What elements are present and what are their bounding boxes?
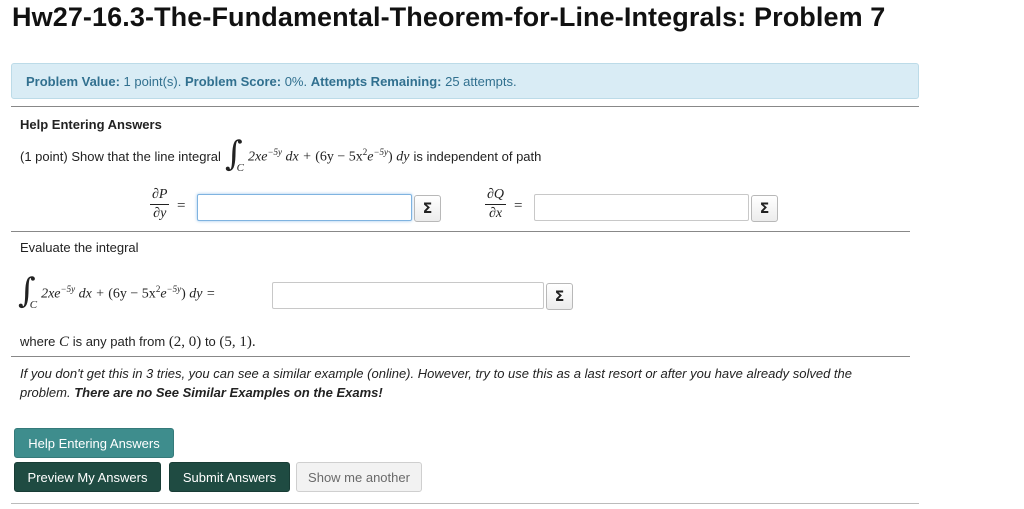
attempts-remaining: 25 attempts.	[445, 74, 517, 89]
partial-p-numerator: ∂P	[150, 187, 170, 205]
equals-sign-dq: =	[514, 198, 523, 214]
statement-start: Show that the line integral	[71, 148, 221, 164]
dy-term: dy	[396, 149, 410, 165]
integrand-p-exponent: −5y	[267, 146, 283, 157]
attempts-remaining-label: Attempts Remaining:	[310, 74, 442, 89]
integrand-q-open: (6y − 5x	[315, 149, 363, 165]
integrand-q-exponent: −5y	[373, 146, 389, 157]
integrand-q-open: (6y − 5x	[108, 286, 156, 302]
partial-q-numerator: ∂Q	[485, 187, 507, 205]
statement-end: is independent of path	[413, 148, 542, 164]
problem-score-label: Problem Score:	[184, 74, 282, 89]
integrand-q-close: )	[388, 149, 393, 165]
evaluate-label: Evaluate the integral	[20, 240, 139, 255]
problem-value-label: Problem Value:	[26, 74, 120, 89]
sigma-icon: Σ	[554, 288, 565, 305]
sigma-icon: Σ	[422, 200, 433, 217]
integral-value-input[interactable]	[272, 282, 544, 309]
dx-term: dx +	[285, 149, 312, 165]
problem-score: 0%.	[284, 74, 308, 89]
integral-equation-editor-button[interactable]: Σ	[546, 283, 573, 310]
show-me-another-button[interactable]: Show me another	[296, 462, 422, 492]
end-point: (5, 1).	[219, 334, 256, 350]
problem-statement: (1 point) Show that the line integral ∫ …	[20, 137, 542, 174]
page-title: Hw27-16.3-The-Fundamental-Theorem-for-Li…	[12, 2, 886, 32]
problem-value: 1 point(s).	[123, 74, 182, 89]
start-point: (2, 0)	[168, 334, 202, 350]
help-entering-answers-heading: Help Entering Answers	[20, 117, 162, 132]
problem-info-bar: Problem Value: 1 point(s). Problem Score…	[11, 63, 919, 99]
help-entering-answers-button[interactable]: Help Entering Answers	[14, 428, 174, 458]
partial-q-denominator: ∂x	[488, 206, 503, 221]
integrand-p: 2xe	[41, 286, 61, 302]
preview-answers-button[interactable]: Preview My Answers	[14, 462, 161, 492]
hint-exam-warning: There are no See Similar Examples on the…	[74, 385, 383, 400]
dy-equals-term: dy =	[189, 286, 216, 302]
dp-dy-equation-editor-button[interactable]: Σ	[414, 195, 441, 222]
evaluate-integral-expression: ∫ C 2xe−5y dx + (6y − 5x2e−5y) dy =	[18, 274, 216, 311]
integrand-q-exponent: −5y	[166, 283, 182, 294]
sigma-icon: Σ	[759, 200, 770, 217]
integrand-q-close: )	[181, 286, 186, 302]
where-prefix: where	[20, 334, 56, 349]
integrand-p: 2xe	[248, 149, 268, 165]
line-integral-expression: ∫ C 2xe−5y dx + (6y − 5x2e−5y) dy	[225, 137, 410, 174]
where-middle: is any path from	[72, 334, 166, 349]
integrand-p-exponent: −5y	[60, 283, 76, 294]
dx-term: dx +	[78, 286, 105, 302]
dp-dy-input[interactable]	[197, 194, 412, 221]
partial-p-denominator: ∂y	[153, 206, 167, 221]
integral-subscript: C	[236, 162, 244, 174]
divider-partials	[11, 231, 910, 232]
divider-bottom	[11, 503, 919, 504]
partial-p-partial-y: ∂P ∂y	[150, 187, 170, 222]
dq-dx-input[interactable]	[534, 194, 749, 221]
submit-answers-button[interactable]: Submit Answers	[169, 462, 290, 492]
curve-c: C	[59, 334, 70, 350]
partial-q-partial-x: ∂Q ∂x	[485, 187, 507, 222]
hint-text: If you don't get this in 3 tries, you ca…	[20, 364, 900, 402]
divider-top	[11, 106, 919, 107]
divider-hint	[11, 356, 910, 357]
problem-points: (1 point)	[20, 148, 68, 164]
equals-sign-dp: =	[177, 198, 186, 214]
path-description: where C is any path from (2, 0) to (5, 1…	[20, 334, 256, 351]
integral-subscript: C	[29, 299, 38, 311]
dq-dx-equation-editor-button[interactable]: Σ	[751, 195, 778, 222]
to-word: to	[204, 334, 216, 349]
